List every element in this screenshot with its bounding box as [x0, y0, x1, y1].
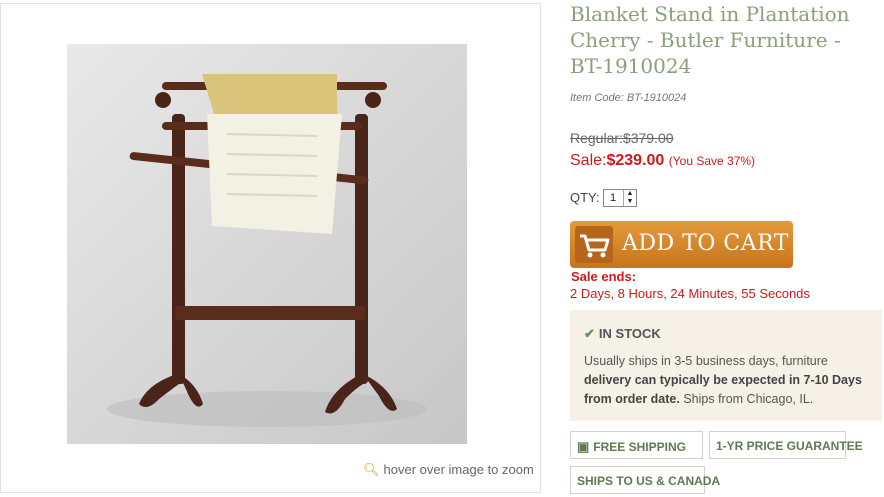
stock-info-box: ✔ IN STOCK Usually ships in 3-5 business … [570, 310, 882, 421]
quantity-label: QTY: [570, 190, 600, 205]
spinner-arrows-icon[interactable]: ▲ ▼ [623, 190, 636, 206]
ships-to-badge[interactable]: SHIPS TO US & CANADA [570, 466, 720, 494]
shipping-info: Usually ships in 3-5 business days, furn… [584, 354, 862, 406]
checkmark-icon: ✔ [584, 326, 595, 341]
sale-countdown: 2 Days, 8 Hours, 24 Minutes, 55 Seconds [570, 286, 810, 301]
stock-status: ✔ IN STOCK [584, 326, 661, 341]
you-save: (You Save 37%) [668, 154, 756, 168]
price-guarantee-badge[interactable]: 1-YR PRICE GUARANTEE [709, 431, 863, 459]
quantity-value[interactable]: 1 [610, 192, 616, 204]
package-icon: ▣ [577, 439, 590, 454]
item-code: Item Code: BT-1910024 [570, 92, 687, 104]
free-shipping-badge[interactable]: ▣ FREE SHIPPING [570, 431, 703, 459]
add-to-cart-button[interactable]: ADD TO CART [570, 221, 793, 268]
regular-price: Regular:$379.00 [570, 130, 674, 146]
zoom-hint: 🔍︎ hover over image to zoom [363, 462, 534, 477]
sale-price: $239.00 [606, 152, 665, 169]
image-panel: 🔍︎ hover over image to zoom [0, 3, 541, 493]
blanket-stand-illustration [107, 74, 427, 427]
shopping-cart-icon [575, 226, 613, 263]
sale-ends-label: Sale ends: [571, 269, 637, 284]
sale-label: Sale: [570, 152, 607, 169]
magnifier-icon: 🔍︎ [363, 462, 380, 477]
sale-price-row: Sale:$239.00 (You Save 37%) [570, 152, 755, 170]
product-title: Blanket Stand in Plantation Cherry - But… [570, 2, 850, 78]
add-to-cart-label: ADD TO CART [622, 231, 789, 256]
quantity-stepper[interactable]: 1 ▲ ▼ [603, 189, 637, 207]
product-image[interactable] [67, 44, 467, 444]
